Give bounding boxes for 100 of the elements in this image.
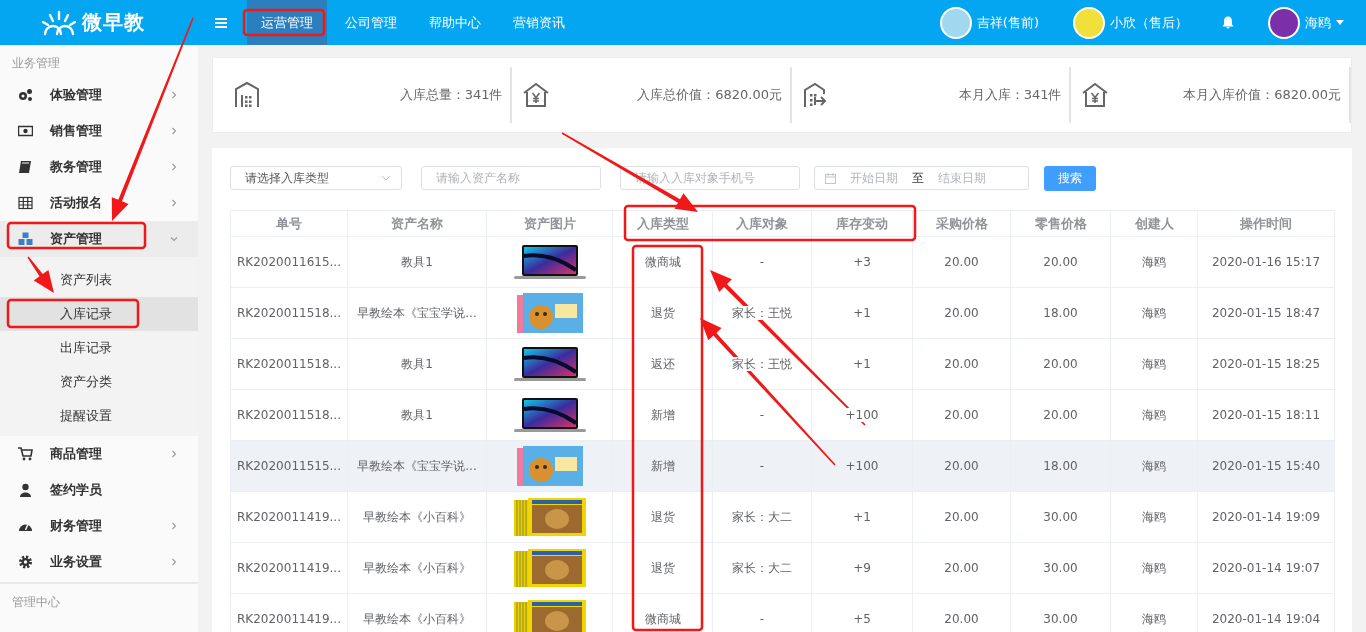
stock-in-type: 退货: [650, 305, 675, 320]
sidebar-item[interactable]: 活动报名: [0, 185, 198, 221]
building-icon: [233, 81, 261, 109]
type-select[interactable]: 请选择入库类型: [230, 166, 402, 190]
nav-tab[interactable]: 运营管理: [247, 0, 327, 45]
stock-in-type: 退货: [650, 509, 675, 524]
asset-name-field[interactable]: 请输入资产名称: [421, 166, 601, 190]
asset-name: 教具1: [401, 356, 433, 371]
submenu-item[interactable]: 提醒设置: [0, 399, 198, 433]
avatar-icon[interactable]: [1268, 6, 1300, 39]
order-number: RK2020011518...: [237, 306, 341, 320]
brand-logo-text: 微早教: [82, 9, 145, 36]
order-number: RK2020011419...: [237, 561, 341, 575]
retail-price: 30.00: [1043, 561, 1078, 575]
order-number: RK2020011419...: [237, 612, 341, 626]
sidebar-item[interactable]: 体验管理: [0, 77, 198, 113]
section-title: 业务管理: [12, 56, 60, 70]
stock-in-target: 家长：王悦: [732, 356, 792, 371]
purchase-price: 20.00: [944, 510, 979, 524]
submenu-item[interactable]: 资产列表: [0, 263, 198, 297]
sidebar-item[interactable]: 业务设置: [0, 544, 198, 580]
operation-time: 2020-01-15 18:47: [1211, 306, 1321, 320]
stock-in-type: 微商城: [644, 611, 681, 626]
sidebar-item[interactable]: 财务管理: [0, 508, 198, 544]
creator-name: 海鸥: [1142, 356, 1166, 371]
creator-name: 海鸥: [1142, 254, 1166, 269]
purchase-price: 20.00: [944, 255, 979, 269]
operation-time: 2020-01-14 19:07: [1211, 561, 1321, 575]
column-header: 采购价格: [912, 210, 1011, 237]
order-number: RK2020011515...: [237, 459, 341, 473]
retail-price: 20.00: [1043, 408, 1078, 422]
cart-icon: [18, 447, 33, 461]
grid-icon: [18, 196, 33, 210]
retail-price: 18.00: [1043, 306, 1078, 320]
order-number: RK2020011615...: [237, 255, 341, 269]
submenu-item[interactable]: 入库记录: [0, 297, 198, 331]
stock-in-type: 新增: [650, 458, 675, 473]
column-header: 入库对象: [712, 210, 812, 237]
stock-in-type: 微商城: [644, 254, 681, 269]
purchase-price: 20.00: [944, 612, 979, 626]
sidebar-item[interactable]: 签约学员: [0, 472, 198, 508]
retail-price: 30.00: [1043, 510, 1078, 524]
operation-time: 2020-01-15 18:11: [1211, 408, 1321, 422]
asset-name: 早教绘本《宝宝学说...: [357, 305, 477, 320]
sidebar-item[interactable]: 销售管理: [0, 113, 198, 149]
operation-time: 2020-01-15 18:25: [1211, 357, 1321, 371]
purchase-price: 20.00: [944, 408, 979, 422]
submenu-item[interactable]: 出库记录: [0, 331, 198, 365]
cubes-icon: [18, 232, 33, 246]
creator-name: 海鸥: [1142, 458, 1166, 473]
picture-book-drawing: [516, 445, 583, 487]
operation-time: 2020-01-14 19:04: [1211, 612, 1321, 626]
order-number: RK2020011419...: [237, 510, 341, 524]
column-header: 库存变动: [811, 210, 913, 237]
operation-time: 2020-01-15 15:40: [1211, 459, 1321, 473]
caret-icon[interactable]: [1336, 20, 1344, 25]
book-icon: [18, 160, 33, 174]
column-header: 创建人: [1110, 210, 1198, 237]
column-header: 资产名称: [347, 210, 487, 237]
house-yen-icon: [1081, 81, 1110, 109]
stock-change: +9: [853, 561, 871, 575]
annotation-arrow: [27, 256, 54, 293]
creator-name: 海鸥: [1142, 509, 1166, 524]
sidebar-item[interactable]: 商品管理: [0, 436, 198, 472]
stock-in-type: 返还: [650, 356, 675, 371]
retail-price: 20.00: [1043, 255, 1078, 269]
stock-in-target: 家长：王悦: [732, 305, 792, 320]
creator-name: 海鸥: [1142, 407, 1166, 422]
creator-name: 海鸥: [1142, 305, 1166, 320]
stat-text: 入库总量：341件: [399, 86, 503, 104]
purchase-price: 20.00: [944, 357, 979, 371]
stat-text: 入库总价值：6820.00元: [637, 86, 782, 104]
date-range-field[interactable]: 开始日期 至 结束日期: [814, 166, 1029, 190]
chevron-icon: [381, 175, 391, 181]
asset-name: 教具1: [401, 254, 433, 269]
creator-name: 海鸥: [1142, 560, 1166, 575]
stock-change: +100: [845, 408, 879, 422]
purchase-price: 20.00: [944, 561, 979, 575]
submenu-item[interactable]: 资产分类: [0, 365, 198, 399]
stock-change: +1: [853, 510, 871, 524]
stock-change: +1: [853, 357, 871, 371]
stat-text: 本月入库：341件: [958, 86, 1062, 104]
sidebar-item[interactable]: 资产管理: [0, 221, 198, 257]
sidebar-item[interactable]: 教务管理: [0, 149, 198, 185]
operation-time: 2020-01-16 15:17: [1211, 255, 1321, 269]
order-number: RK2020011518...: [237, 408, 341, 422]
gear-icon: [18, 555, 33, 569]
bell-icon[interactable]: [1222, 16, 1234, 29]
menu-icon[interactable]: [215, 17, 227, 28]
stock-change: +1: [853, 306, 871, 320]
stock-change: +100: [845, 459, 879, 473]
stock-in-target: 家长：大二: [732, 560, 792, 575]
stat-text: 本月入库价值：6820.00元: [1183, 86, 1341, 104]
column-header: 操作时间: [1197, 210, 1335, 237]
sun-logo-icon: [40, 9, 78, 36]
stock-change: +3: [853, 255, 871, 269]
stock-change: +5: [853, 612, 871, 626]
stock-in-type: 新增: [650, 407, 675, 422]
calendar-icon: [825, 172, 836, 184]
column-header: 资产图片: [486, 210, 613, 237]
